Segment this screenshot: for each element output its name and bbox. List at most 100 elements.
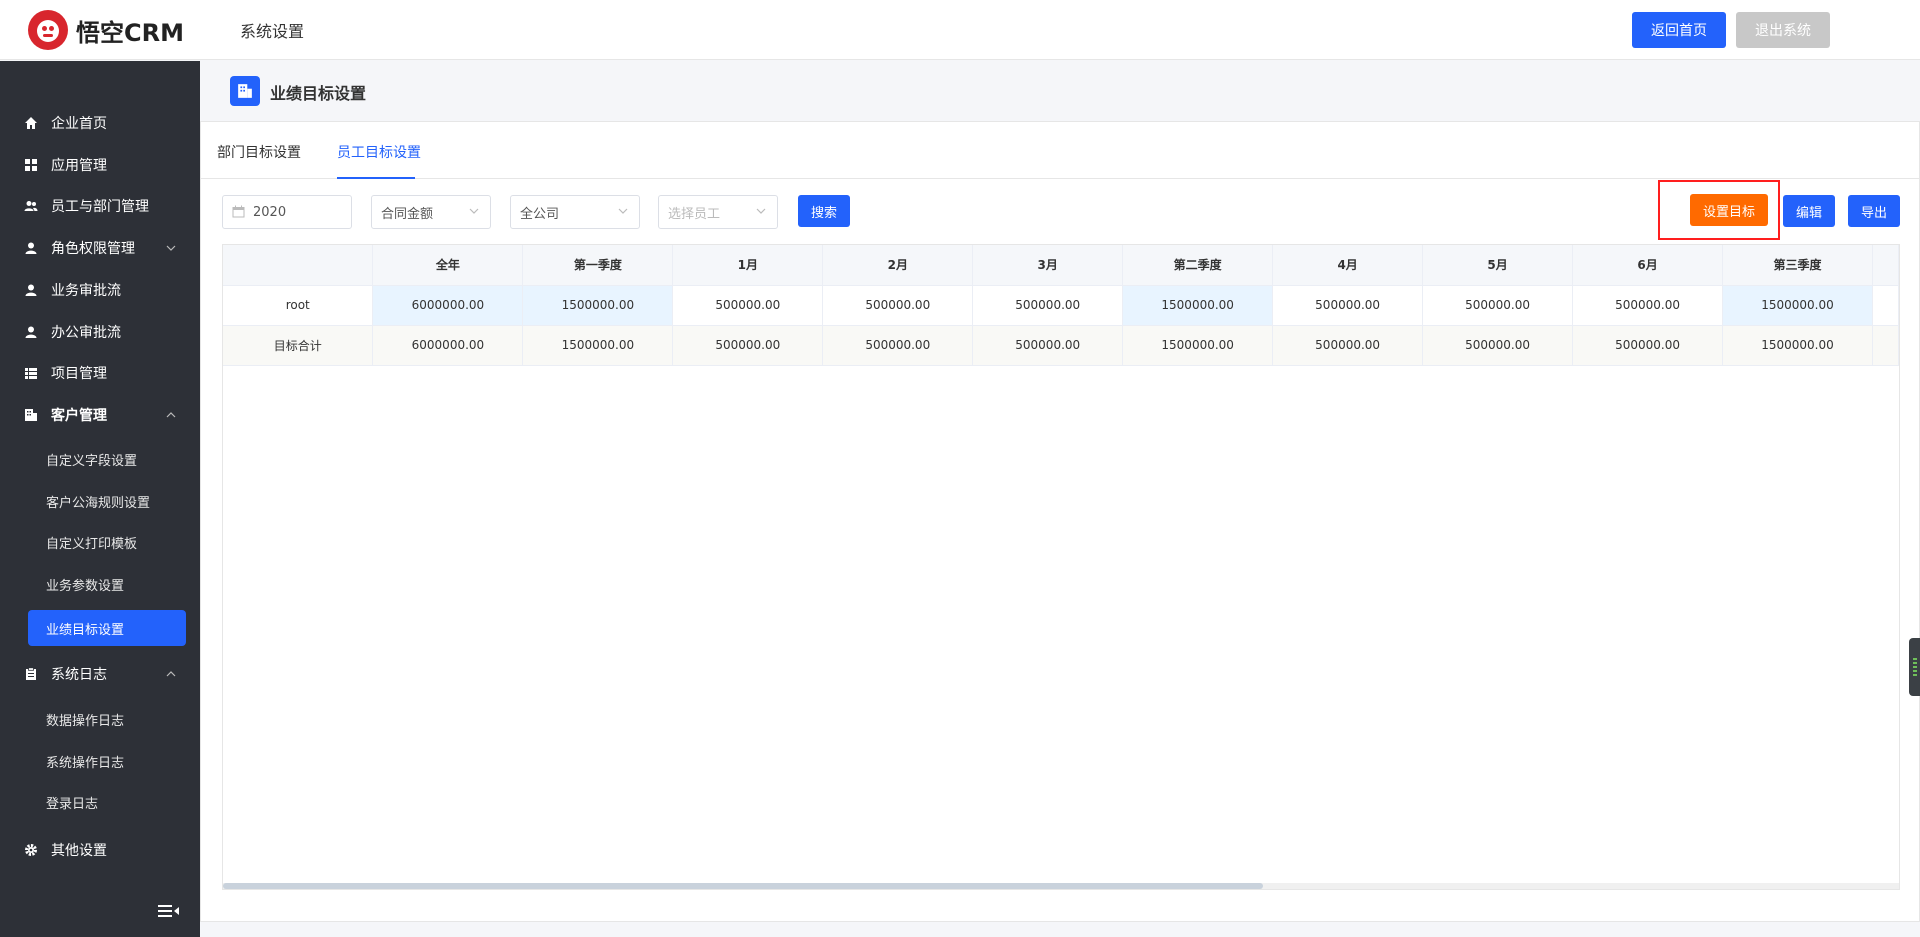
- sidebar-item-projects[interactable]: 项目管理: [0, 353, 200, 393]
- table-header-cell: 第三季度: [1722, 245, 1873, 286]
- header-title: 系统设置: [240, 22, 305, 41]
- table-cell[interactable]: 6000000.00: [372, 285, 524, 326]
- clipboard-icon: [24, 667, 38, 681]
- grid-icon: [24, 158, 38, 172]
- sidebar-sub-print-template[interactable]: 自定义打印模板: [0, 524, 200, 560]
- sidebar-item-label: 客户管理: [51, 408, 107, 424]
- page-title: 业绩目标设置: [270, 84, 367, 103]
- scope-select[interactable]: 全公司: [510, 195, 640, 229]
- sidebar-sub-data-log[interactable]: 数据操作日志: [0, 701, 200, 737]
- target-type-value: 合同金额: [381, 206, 434, 222]
- sidebar: 企业首页 应用管理 员工与部门管理 角色权限管理 业务审批流 办公审批流 项目管…: [0, 61, 200, 937]
- table-cell[interactable]: 500000.00: [1422, 285, 1574, 326]
- back-home-button[interactable]: 返回首页: [1632, 12, 1726, 48]
- table-cell: 500000.00: [972, 325, 1124, 366]
- sidebar-sub-custom-fields[interactable]: 自定义字段设置: [0, 441, 200, 477]
- logo[interactable]: 悟空CRM: [28, 10, 184, 50]
- chevron-down-icon: [468, 205, 480, 221]
- sidebar-item-roles[interactable]: 角色权限管理: [0, 228, 200, 268]
- chevron-down-icon: [166, 243, 176, 254]
- table-cell[interactable]: 500000.00: [1272, 285, 1424, 326]
- sidebar-sub-label: 自定义字段设置: [46, 453, 138, 469]
- sidebar-item-label: 应用管理: [51, 158, 107, 174]
- table-cell: 500000.00: [1272, 325, 1424, 366]
- calendar-icon: [232, 205, 245, 222]
- table-header-cell: 5月: [1422, 245, 1574, 286]
- sidebar-item-business-approval[interactable]: 业务审批流: [0, 270, 200, 310]
- sidebar-item-label: 系统日志: [51, 667, 107, 683]
- chevron-up-icon: [166, 410, 176, 421]
- user-icon: [24, 325, 38, 339]
- table-cell: [1872, 285, 1899, 326]
- tab-department-targets[interactable]: 部门目标设置: [217, 142, 301, 162]
- table-cell[interactable]: 500000.00: [1572, 285, 1724, 326]
- sidebar-item-label: 业务审批流: [51, 283, 121, 299]
- sidebar-item-apps[interactable]: 应用管理: [0, 145, 200, 185]
- horizontal-scrollbar[interactable]: [223, 883, 1899, 889]
- sidebar-item-system-log[interactable]: 系统日志: [0, 654, 200, 694]
- sidebar-sub-label: 业务参数设置: [46, 578, 125, 594]
- sidebar-sub-label: 数据操作日志: [46, 713, 125, 729]
- sidebar-item-staff[interactable]: 员工与部门管理: [0, 186, 200, 226]
- sidebar-sub-performance-targets[interactable]: 业绩目标设置: [28, 610, 186, 646]
- table-row: root 6000000.00 1500000.00 500000.00 500…: [223, 285, 1899, 326]
- chevron-down-icon: [755, 205, 767, 221]
- sidebar-item-other-settings[interactable]: 其他设置: [0, 830, 200, 870]
- users-icon: [24, 199, 38, 213]
- sidebar-item-label: 其他设置: [51, 843, 107, 859]
- user-icon: [24, 283, 38, 297]
- table-row-total: 目标合计 6000000.00 1500000.00 500000.00 500…: [223, 325, 1899, 366]
- target-type-select[interactable]: 合同金额: [371, 195, 491, 229]
- table-cell[interactable]: 1500000.00: [1722, 285, 1873, 326]
- sidebar-item-office-approval[interactable]: 办公审批流: [0, 312, 200, 352]
- year-value: 2020: [253, 204, 287, 220]
- scrollbar-thumb[interactable]: [223, 883, 1263, 889]
- table-cell[interactable]: 1500000.00: [1122, 285, 1274, 326]
- table-header-cell: [223, 245, 374, 286]
- table-header-cell: 第二季度: [1122, 245, 1274, 286]
- table-header-cell: 2月: [822, 245, 974, 286]
- sidebar-sub-system-op-log[interactable]: 系统操作日志: [0, 743, 200, 779]
- year-picker[interactable]: 2020: [222, 195, 352, 229]
- row-name-cell: root: [223, 285, 374, 326]
- table-header-cell: 1月: [672, 245, 824, 286]
- table-cell[interactable]: 500000.00: [822, 285, 974, 326]
- sidebar-item-label: 角色权限管理: [51, 241, 135, 257]
- sidebar-sub-label: 客户公海规则设置: [46, 495, 151, 511]
- sidebar-item-home[interactable]: 企业首页: [0, 103, 200, 143]
- collapse-menu-icon[interactable]: [158, 903, 180, 919]
- sidebar-sub-business-params[interactable]: 业务参数设置: [0, 566, 200, 602]
- tab-employee-targets[interactable]: 员工目标设置: [337, 142, 421, 162]
- table-header-cell: 3月: [972, 245, 1124, 286]
- table-cell: 1500000.00: [1122, 325, 1274, 366]
- employee-select[interactable]: 选择员工: [658, 195, 778, 229]
- set-target-button[interactable]: 设置目标: [1690, 194, 1768, 226]
- chevron-down-icon: [617, 205, 629, 221]
- exit-system-button[interactable]: 退出系统: [1736, 12, 1830, 48]
- search-button[interactable]: 搜索: [798, 195, 850, 227]
- table-cell[interactable]: 500000.00: [972, 285, 1124, 326]
- table-header-cell: 6月: [1572, 245, 1724, 286]
- active-tab-indicator: [337, 177, 415, 179]
- edit-button[interactable]: 编辑: [1783, 195, 1835, 227]
- table-cell[interactable]: 500000.00: [672, 285, 824, 326]
- building-icon: [230, 76, 260, 106]
- sidebar-item-label: 企业首页: [51, 116, 107, 132]
- table-header-cell: 第一季度: [522, 245, 674, 286]
- sidebar-item-label: 办公审批流: [51, 325, 121, 341]
- side-handle[interactable]: [1909, 638, 1920, 696]
- sidebar-sub-login-log[interactable]: 登录日志: [0, 784, 200, 820]
- table-header-cell: [1872, 245, 1899, 286]
- sidebar-item-customers[interactable]: 客户管理: [0, 395, 200, 435]
- grip-icon: [1913, 658, 1917, 676]
- table-cell[interactable]: 1500000.00: [522, 285, 674, 326]
- table-cell: 500000.00: [1422, 325, 1574, 366]
- monkey-logo-icon: [28, 10, 68, 50]
- scope-value: 全公司: [520, 206, 560, 222]
- export-button[interactable]: 导出: [1848, 195, 1900, 227]
- table-header-cell: 全年: [372, 245, 524, 286]
- row-name-cell: 目标合计: [223, 325, 374, 366]
- sidebar-item-label: 员工与部门管理: [51, 199, 149, 215]
- table-cell: 1500000.00: [1722, 325, 1873, 366]
- sidebar-sub-pool-rules[interactable]: 客户公海规则设置: [0, 483, 200, 519]
